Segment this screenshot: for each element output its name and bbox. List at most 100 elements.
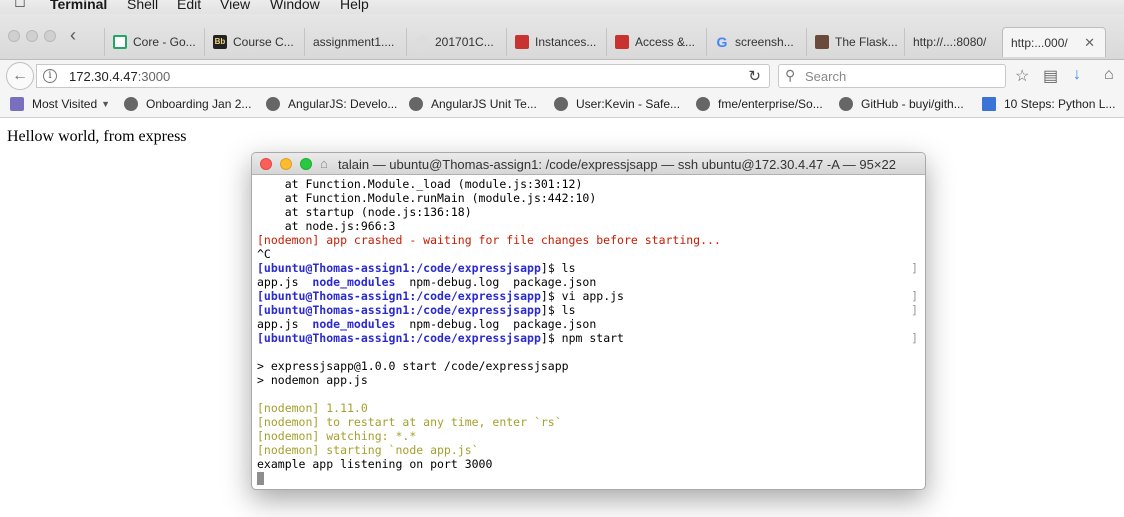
terminal-line-nodemon: [nodemon] to restart at any time, enter …	[257, 415, 562, 429]
terminal-minimize-button[interactable]	[280, 158, 292, 170]
terminal-titlebar[interactable]: ⌂ talain — ubuntu@Thomas-assign1: /code/…	[252, 153, 925, 175]
menu-help[interactable]: Help	[340, 0, 369, 12]
url-text[interactable]: 172.30.4.47:3000	[69, 69, 170, 84]
tab-label: Access &...	[635, 35, 696, 49]
menu-window[interactable]: Window	[270, 0, 320, 12]
aws-icon	[615, 35, 629, 49]
terminal-line: > nodemon app.js	[257, 373, 368, 387]
apple-icon[interactable]: 	[14, 0, 26, 12]
tab-core[interactable]: Core - Go...	[104, 28, 202, 56]
terminal-line: example app listening on port 3000	[257, 457, 493, 471]
site-info-icon[interactable]: i	[43, 69, 57, 83]
terminal-line-nodemon: [nodemon] watching: *.*	[257, 429, 417, 443]
window-close-button[interactable]	[8, 30, 20, 42]
globe-icon	[266, 97, 280, 111]
gitlab-icon	[415, 35, 429, 49]
window-zoom-button[interactable]	[44, 30, 56, 42]
back-button[interactable]: ←	[6, 62, 34, 90]
home-icon[interactable]: ⌂	[1104, 66, 1114, 84]
tab-flask[interactable]: The Flask...	[806, 28, 902, 56]
tab-screenshot[interactable]: G screensh...	[706, 28, 804, 56]
bookmark-label: Onboarding Jan 2...	[146, 97, 252, 111]
bookmark-onboarding[interactable]: Onboarding Jan 2...	[124, 97, 251, 111]
prompt-dir: :/code/expressjsapp	[409, 289, 541, 303]
terminal-cursor	[257, 472, 264, 485]
command: ls	[561, 261, 576, 275]
terminal-line: at Function.Module._load (module.js:301:…	[257, 177, 583, 191]
menu-view[interactable]: View	[220, 0, 250, 12]
library-icon[interactable]: ▤	[1043, 66, 1058, 86]
tab-access[interactable]: Access &...	[606, 28, 704, 56]
macos-menubar:  Terminal Shell Edit View Window Help	[0, 0, 1124, 14]
tab-assignment[interactable]: assignment1....	[304, 28, 404, 56]
bookmark-user-kevin[interactable]: User:Kevin - Safe...	[554, 97, 680, 111]
mark-bracket-icon: ]	[911, 331, 918, 345]
bookmark-angularjs-develo[interactable]: AngularJS: Develo...	[266, 97, 397, 111]
bookmark-10-steps-python[interactable]: 10 Steps: Python L...	[982, 97, 1115, 111]
tab-course[interactable]: Bb Course C...	[204, 28, 302, 56]
ls-file: app.js	[257, 317, 313, 331]
reload-icon[interactable]: ↻	[748, 67, 761, 85]
navigation-bar: ← i 172.30.4.47:3000 ↻ ⚲ Search ☆ ▤ ↓ ⌂	[0, 60, 1124, 92]
bookmark-label: fme/enterprise/So...	[718, 97, 823, 111]
terminal-prompt-line: [ubuntu@Thomas-assign1:/code/expressjsap…	[257, 261, 920, 275]
terminal-close-button[interactable]	[260, 158, 272, 170]
terminal-window[interactable]: ⌂ talain — ubuntu@Thomas-assign1: /code/…	[251, 152, 926, 490]
prompt-end: ]$	[540, 261, 562, 275]
window-minimize-button[interactable]	[26, 30, 38, 42]
bookmark-angularjs-unit[interactable]: AngularJS Unit Te...	[409, 97, 537, 111]
globe-icon	[409, 97, 423, 111]
bookmark-label: AngularJS Unit Te...	[431, 97, 537, 111]
ls-file: app.js	[257, 275, 313, 289]
aws-icon	[515, 35, 529, 49]
tab-201701c[interactable]: 201701C...	[406, 28, 504, 56]
page-body-text: Hellow world, from express	[7, 128, 187, 145]
menu-shell[interactable]: Shell	[127, 0, 158, 12]
ls-file: npm-debug.log package.json	[395, 275, 597, 289]
bookmark-most-visited[interactable]: Most Visited ▼	[10, 97, 110, 111]
folder-icon	[10, 97, 24, 111]
terminal-line-error: [nodemon] app crashed - waiting for file…	[257, 233, 721, 247]
terminal-line: at startup (node.js:136:18)	[257, 205, 472, 219]
globe-icon	[839, 97, 853, 111]
mark-bracket-icon: ]	[911, 261, 918, 275]
bookmarks-bar: Most Visited ▼ Onboarding Jan 2... Angul…	[0, 92, 1124, 118]
tab-label: 201701C...	[435, 35, 494, 49]
menu-edit[interactable]: Edit	[177, 0, 201, 12]
url-host: 172.30.4.47	[69, 69, 138, 84]
prompt-dir: :/code/expressjsapp	[409, 331, 541, 345]
search-icon: ⚲	[785, 67, 796, 83]
avatar-icon	[815, 35, 829, 49]
prompt-user: [ubuntu@Thomas-assign1	[257, 331, 410, 345]
ls-dir: node_modules	[312, 317, 396, 331]
tab-3000-active[interactable]: http:...000/ ✕	[1002, 27, 1106, 57]
prompt-user: [ubuntu@Thomas-assign1	[257, 289, 410, 303]
search-input[interactable]: ⚲ Search	[778, 64, 1006, 88]
tab-instances[interactable]: Instances...	[506, 28, 604, 56]
tab-label: The Flask...	[835, 35, 898, 49]
bookmark-star-icon[interactable]: ☆	[1015, 66, 1029, 86]
tab-label: http://...:8080/	[913, 35, 987, 49]
tab-scroll-left-icon[interactable]: ‹	[70, 26, 84, 46]
terminal-line: ^C	[257, 247, 271, 261]
bookmark-label: 10 Steps: Python L...	[1004, 97, 1116, 111]
url-bar[interactable]: i 172.30.4.47:3000 ↻	[36, 64, 770, 88]
terminal-title: talain — ubuntu@Thomas-assign1: /code/ex…	[338, 157, 896, 172]
mark-bracket-icon: ]	[911, 303, 918, 317]
tab-8080[interactable]: http://...:8080/	[904, 28, 1000, 56]
close-tab-icon[interactable]: ✕	[1084, 35, 1095, 51]
bookmark-fme-enterprise[interactable]: fme/enterprise/So...	[696, 97, 823, 111]
bookmark-github[interactable]: GitHub - buyi/gith...	[839, 97, 964, 111]
doc-icon	[982, 97, 996, 111]
prompt-end: ]$	[540, 303, 562, 317]
bookmark-label: AngularJS: Develo...	[288, 97, 398, 111]
downloads-icon[interactable]: ↓	[1073, 66, 1081, 84]
chevron-down-icon: ▼	[101, 99, 111, 109]
globe-icon	[696, 97, 710, 111]
menu-terminal[interactable]: Terminal	[50, 0, 107, 12]
terminal-zoom-button[interactable]	[300, 158, 312, 170]
terminal-cursor-line[interactable]	[257, 471, 920, 485]
terminal-prompt-line: [ubuntu@Thomas-assign1:/code/expressjsap…	[257, 303, 920, 317]
terminal-output[interactable]: at Function.Module._load (module.js:301:…	[252, 175, 925, 489]
